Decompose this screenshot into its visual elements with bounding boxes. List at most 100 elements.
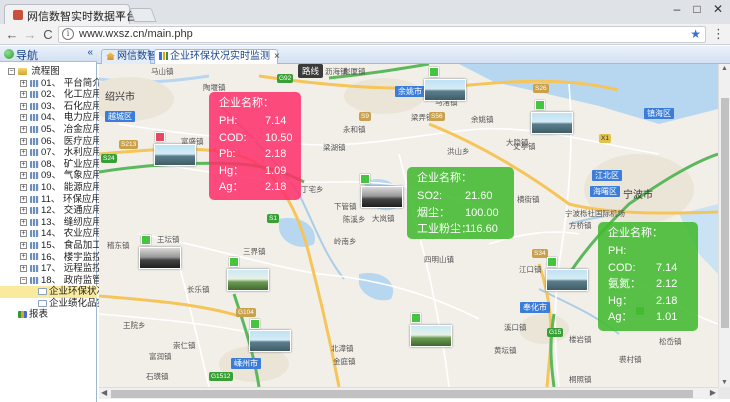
map-horizontal-scrollbar[interactable]: ◀ ▶ (99, 387, 718, 399)
road-badge: S26 (533, 84, 549, 93)
tree-item[interactable]: +02、 化工应用 (0, 89, 102, 101)
site-marker[interactable] (360, 174, 370, 184)
tree-item[interactable]: +04、 电力应用 (0, 112, 102, 124)
address-bar[interactable]: i www.wxsz.cn/main.php ★ (58, 26, 706, 43)
expand-toggle-icon[interactable]: − (20, 276, 27, 284)
site-marker[interactable] (155, 132, 165, 142)
site-marker[interactable] (535, 100, 545, 110)
tree-item[interactable]: +08、 矿业应用 (0, 159, 102, 171)
expand-toggle-icon[interactable]: + (20, 218, 27, 226)
collapse-toggle-icon[interactable]: − (8, 67, 15, 75)
metric-value: 1.01 (656, 311, 678, 323)
metric-label: Ag： (219, 181, 244, 193)
route-badge[interactable]: 路线 (298, 64, 324, 78)
browser-menu-icon[interactable]: ⋮ (712, 27, 725, 42)
site-marker[interactable] (250, 319, 260, 329)
site-marker[interactable] (229, 257, 239, 267)
tree-item[interactable]: − 18、 政府监管 (0, 275, 102, 287)
expand-toggle-icon[interactable]: + (20, 79, 27, 87)
map-vertical-scrollbar[interactable]: ▲ ▼ (718, 64, 730, 387)
district-label: 嵊州市 (231, 358, 261, 369)
tree-subitem[interactable]: 企业绩化品实时 (0, 298, 116, 310)
tab-env-monitor-label: 企业环保状况实时监测 (170, 51, 270, 62)
expand-toggle-icon[interactable]: + (20, 137, 27, 145)
tree-item[interactable]: +17、 远程监控 (0, 263, 102, 275)
scroll-thumb[interactable] (721, 98, 729, 328)
tab-env-monitor[interactable]: 企业环保状况实时监测 × (154, 49, 280, 65)
new-tab-button[interactable] (129, 8, 157, 22)
scroll-left-icon[interactable]: ◀ (101, 388, 107, 397)
tree-item[interactable]: +05、 冶金应用 (0, 124, 102, 136)
expand-toggle-icon[interactable]: + (20, 253, 27, 261)
bookmark-star-icon[interactable]: ★ (690, 27, 701, 41)
expand-toggle-icon[interactable]: + (20, 172, 27, 180)
site-photo[interactable] (249, 330, 291, 352)
site-marker[interactable] (141, 235, 151, 245)
scroll-down-icon[interactable]: ▼ (721, 379, 728, 386)
road-badge: S24 (101, 154, 117, 163)
metric-label: Ag： (608, 311, 633, 323)
expand-toggle-icon[interactable]: + (20, 125, 27, 133)
expand-toggle-icon[interactable]: + (20, 114, 27, 122)
tree-subitem[interactable]: 企业环保状况实 (0, 286, 116, 298)
tab-close-icon[interactable]: × (117, 7, 124, 21)
tree-item[interactable]: +13、 缝纫应用 (0, 217, 102, 229)
tree-item[interactable]: +12、 交通应用 (0, 205, 102, 217)
expand-toggle-icon[interactable]: + (20, 207, 27, 215)
enterprise-popup-red[interactable]: 企业名称： PH: 7.14 COD: 10.50 Pb: 2.18 Hg： 1.09 Ag： 2… (209, 92, 301, 200)
tab-close-icon[interactable]: × (274, 50, 280, 63)
tree-report[interactable]: 报表 (0, 309, 97, 321)
tree-root[interactable]: − 流程图 (0, 66, 97, 78)
site-photo[interactable] (361, 186, 403, 208)
info-icon[interactable]: i (62, 28, 74, 40)
tree-item[interactable]: +10、 能源应用 (0, 182, 102, 194)
scroll-right-icon[interactable]: ▶ (710, 388, 716, 397)
site-photo[interactable] (531, 112, 573, 134)
tree-item[interactable]: +15、 食品加工 (0, 240, 102, 252)
metric-label: SO2: (417, 190, 443, 202)
site-marker[interactable] (411, 313, 421, 323)
tab-home[interactable]: 网信数智 (101, 49, 157, 64)
expand-toggle-icon[interactable]: + (20, 102, 27, 110)
tree-item[interactable]: +14、 农业应用 (0, 228, 102, 240)
site-marker[interactable] (429, 67, 439, 77)
reload-button[interactable]: C (40, 27, 56, 43)
url-text[interactable]: www.wxsz.cn/main.php (79, 28, 193, 40)
back-button[interactable]: ← (4, 27, 20, 43)
expand-toggle-icon[interactable]: + (20, 230, 27, 238)
close-window-button[interactable]: ✕ (709, 2, 727, 16)
forward-button[interactable]: → (22, 27, 38, 43)
expand-toggle-icon[interactable]: + (20, 195, 27, 203)
map-view[interactable]: 马山镇 陶堰镇 沥海镇 崧厦镇 绍兴市 越城区 富盛镇 永和镇 梁湖镇 丁宅乡 … (99, 64, 718, 387)
expand-toggle-icon[interactable]: + (20, 183, 27, 191)
tree-item[interactable]: +07、 水利应用 (0, 147, 102, 159)
tree-item[interactable]: +09、 气象应用 (0, 170, 102, 182)
report-chart-icon (18, 311, 27, 319)
site-photo[interactable] (139, 247, 181, 269)
tree-item[interactable]: +11、 环保应用 (0, 194, 101, 206)
site-photo[interactable] (227, 269, 269, 291)
browser-tab[interactable]: 网信数智实时数据平台 × (4, 4, 137, 24)
minimize-button[interactable]: – (668, 2, 686, 16)
enterprise-popup-green[interactable]: 企业名称： PH: COD: 7.14 氨氮： 2.12 Hg： 2.18 Ag： 1.01 (598, 222, 698, 331)
tree-item[interactable]: +01、 平台简介 (0, 78, 102, 90)
enterprise-popup-green[interactable]: 企业名称： SO2: 21.60 烟尘： 100.00 工业粉尘： 116.60 (407, 167, 514, 239)
site-photo[interactable] (410, 325, 452, 347)
site-photo[interactable] (424, 79, 466, 101)
collapse-nav-button[interactable]: « (87, 47, 93, 58)
tree-item[interactable]: +03、 石化应用 (0, 101, 102, 113)
tree-item[interactable]: +06、 医疗应用 (0, 136, 102, 148)
tree-root-label: 流程图 (31, 66, 60, 77)
expand-toggle-icon[interactable]: + (20, 265, 27, 273)
expand-toggle-icon[interactable]: + (20, 160, 27, 168)
expand-toggle-icon[interactable]: + (20, 241, 27, 249)
tree-item[interactable]: +16、 楼宇监控 (0, 252, 102, 264)
expand-toggle-icon[interactable]: + (20, 149, 27, 157)
site-photo[interactable] (546, 269, 588, 291)
site-marker[interactable] (547, 257, 557, 267)
scroll-thumb[interactable] (111, 390, 693, 398)
expand-toggle-icon[interactable]: + (20, 91, 27, 99)
maximize-button[interactable]: □ (688, 2, 706, 16)
site-photo[interactable] (154, 144, 196, 166)
scroll-up-icon[interactable]: ▲ (721, 65, 728, 72)
